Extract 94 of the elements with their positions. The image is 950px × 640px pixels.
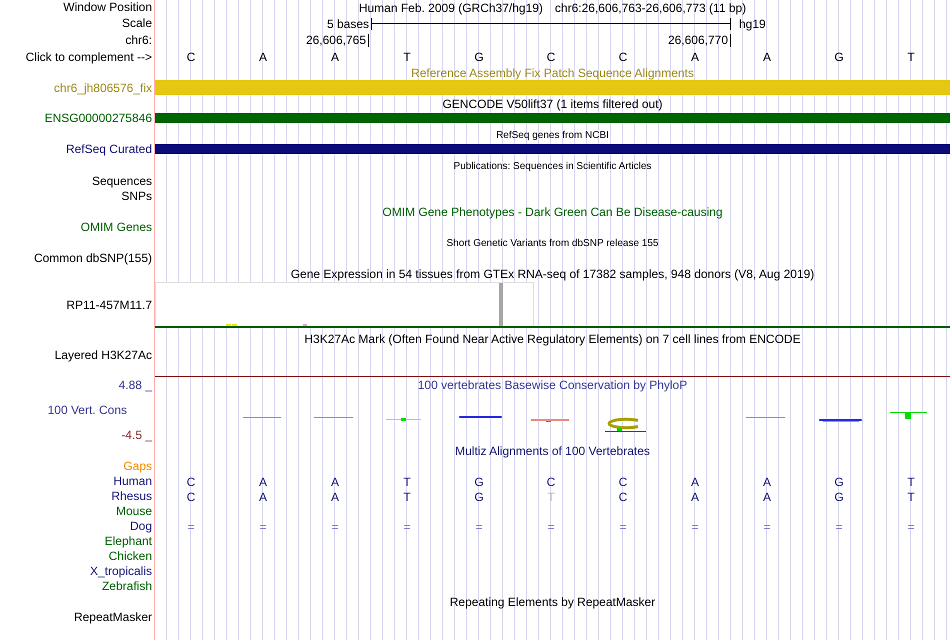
scale-text: 5 bases	[326, 16, 369, 30]
alignment-base: =	[259, 520, 266, 534]
alignment-base: =	[691, 520, 698, 534]
track-label[interactable]: Layered H3K27Ac	[54, 349, 152, 361]
coordinate-label: 26,606,770	[668, 34, 731, 47]
track-title: GENCODE V50lift37 (1 items filtered out)	[442, 97, 663, 111]
track-title: RefSeq genes from NCBI	[496, 130, 609, 140]
alignment-base: C	[618, 474, 628, 488]
database-label: hg19	[739, 16, 766, 30]
alignment-base: G	[474, 490, 484, 504]
conservation-bar	[890, 412, 927, 419]
conservation-bar	[819, 419, 862, 422]
species-label[interactable]: Human	[113, 475, 152, 488]
base-letter[interactable]: A	[330, 50, 339, 64]
assembly-name: Human Feb. 2009 (GRCh37/hg19)	[358, 0, 543, 14]
alignment-base: G	[834, 490, 844, 504]
alignment-base: G	[474, 474, 484, 488]
alignment-base: C	[546, 474, 556, 488]
species-label[interactable]: Zebrafish	[102, 580, 152, 593]
track-label[interactable]: OMIM Genes	[80, 221, 152, 234]
alignment-base: A	[690, 474, 699, 488]
position-text: chr6:26,606,763-26,606,773 (11 bp)	[554, 0, 746, 14]
alignment-base: =	[475, 520, 482, 534]
base-letter[interactable]: T	[403, 50, 411, 64]
alignment-base: T	[907, 490, 915, 504]
track-title: Publications: Sequences in Scientific Articles	[454, 160, 652, 172]
alignment-base: =	[835, 520, 842, 534]
alignment-base: T	[547, 490, 555, 504]
feature-bar[interactable]	[155, 144, 950, 154]
base-letter[interactable]: A	[690, 50, 699, 64]
alignment-base: =	[187, 520, 194, 534]
alignment-base: A	[762, 474, 771, 488]
track-title: 100 vertebrates Basewise Conservation by PhyloP	[418, 378, 688, 392]
alignment-base: A	[690, 490, 699, 504]
conservation-bar	[531, 419, 569, 422]
track-label[interactable]: RP11-457M11.7	[66, 298, 152, 312]
base-letter[interactable]: A	[258, 50, 267, 64]
alignment-base: A	[258, 474, 267, 488]
track-title: Gene Expression in 54 tissues from GTEx RNA-seq of 17382 samples, 948 donors (V8, Aug 2019)	[290, 267, 814, 281]
row-label: chr6:	[125, 34, 152, 47]
axis-max-label: 4.88 _	[118, 377, 152, 393]
track-title: Reference Assembly Fix Patch Sequence Alignments	[411, 66, 694, 80]
track-label[interactable]: Common dbSNP(155)	[34, 252, 152, 265]
species-label[interactable]: Elephant	[104, 535, 152, 548]
alignment-base: C	[618, 490, 628, 504]
expression-bar	[499, 283, 503, 326]
axis-min-label: -4.5 _	[121, 427, 152, 443]
alignment-base: C	[186, 490, 196, 504]
alignment-base: =	[907, 520, 914, 534]
alignment-base: =	[403, 520, 410, 534]
species-label[interactable]: Chicken	[108, 550, 152, 563]
base-letter[interactable]: C	[186, 50, 196, 64]
alignment-base: A	[330, 490, 339, 504]
base-letter[interactable]: C	[546, 50, 556, 64]
alignment-base: T	[907, 474, 915, 488]
alignment-base: A	[258, 490, 267, 504]
coordinate-label: 26,606,765	[306, 34, 369, 47]
base-letter[interactable]: T	[907, 50, 915, 64]
alignment-base: =	[331, 520, 338, 534]
species-label[interactable]: Rhesus	[111, 490, 152, 503]
alignment-base: A	[330, 474, 339, 488]
track-title: OMIM Gene Phenotypes - Dark Green Can Be Disease-causing	[382, 205, 723, 219]
row-label: Window Position	[63, 1, 152, 14]
track-label[interactable]: RepeatMasker	[74, 611, 152, 624]
alignment-base: A	[762, 490, 771, 504]
conservation-logo-drawing	[605, 418, 646, 432]
species-label[interactable]: X_tropicalis	[90, 565, 152, 578]
track-title: Repeating Elements by RepeatMasker	[450, 595, 656, 609]
alignment-base: G	[834, 474, 844, 488]
alignment-base: T	[403, 490, 411, 504]
row-label: Click to complement -->	[26, 50, 152, 64]
track-label[interactable]: 100 Vert. Cons	[48, 402, 152, 418]
conservation-bar	[386, 418, 421, 421]
track-label[interactable]: RefSeq Curated	[66, 143, 152, 156]
alignment-base: =	[763, 520, 770, 534]
track-title: Multiz Alignments of 100 Vertebrates	[455, 444, 650, 458]
track-label[interactable]: SNPs	[121, 190, 152, 203]
row-label: Scale	[122, 17, 152, 30]
base-letter[interactable]: C	[618, 50, 628, 64]
feature-bar[interactable]	[155, 113, 950, 123]
alignment-base: =	[619, 520, 626, 534]
alignment-base: T	[403, 474, 411, 488]
species-label[interactable]: Mouse	[116, 505, 152, 518]
track-label[interactable]: Sequences	[92, 175, 152, 188]
species-label[interactable]: Dog	[130, 520, 152, 533]
alignment-base: C	[186, 474, 196, 488]
base-letter[interactable]: G	[834, 50, 844, 64]
track-label[interactable]: ENSG00000275846	[44, 112, 152, 125]
feature-bar[interactable]	[155, 80, 950, 95]
base-letter[interactable]: G	[474, 50, 484, 64]
alignment-base: =	[547, 520, 554, 534]
track-title: Short Genetic Variants from dbSNP release 155	[446, 238, 658, 248]
base-letter[interactable]: A	[762, 50, 771, 64]
track-title: H3K27Ac Mark (Often Found Near Active Regulatory Elements) on 7 cell lines from ENCODE	[304, 332, 801, 346]
